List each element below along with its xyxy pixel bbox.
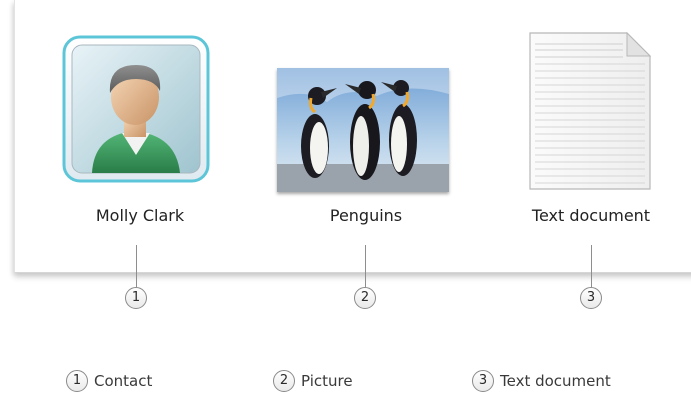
legend-text-2: Picture — [301, 372, 353, 390]
legend-entry-2: 2 Picture — [273, 370, 353, 392]
legend-entry-3: 3 Text document — [472, 370, 611, 392]
legend-number-2: 2 — [273, 370, 295, 392]
legend-text-1: Contact — [94, 372, 153, 390]
item-label-picture[interactable]: Penguins — [256, 206, 476, 225]
legend-number-3: 3 — [472, 370, 494, 392]
callout-leader-3 — [591, 245, 592, 287]
item-label-document[interactable]: Text document — [481, 206, 691, 225]
item-label-contact[interactable]: Molly Clark — [30, 206, 250, 225]
legend-text-3: Text document — [500, 372, 611, 390]
callout-number-2: 2 — [354, 287, 376, 309]
legend-entry-1: 1 Contact — [66, 370, 152, 392]
contact-icon[interactable] — [62, 35, 210, 183]
callout-leader-2 — [365, 245, 366, 287]
penguins-picture[interactable] — [277, 68, 449, 192]
text-document-icon[interactable] — [527, 30, 653, 192]
callout-number-1: 1 — [125, 287, 147, 309]
callout-leader-1 — [136, 245, 137, 287]
legend-number-1: 1 — [66, 370, 88, 392]
callout-number-3: 3 — [580, 287, 602, 309]
